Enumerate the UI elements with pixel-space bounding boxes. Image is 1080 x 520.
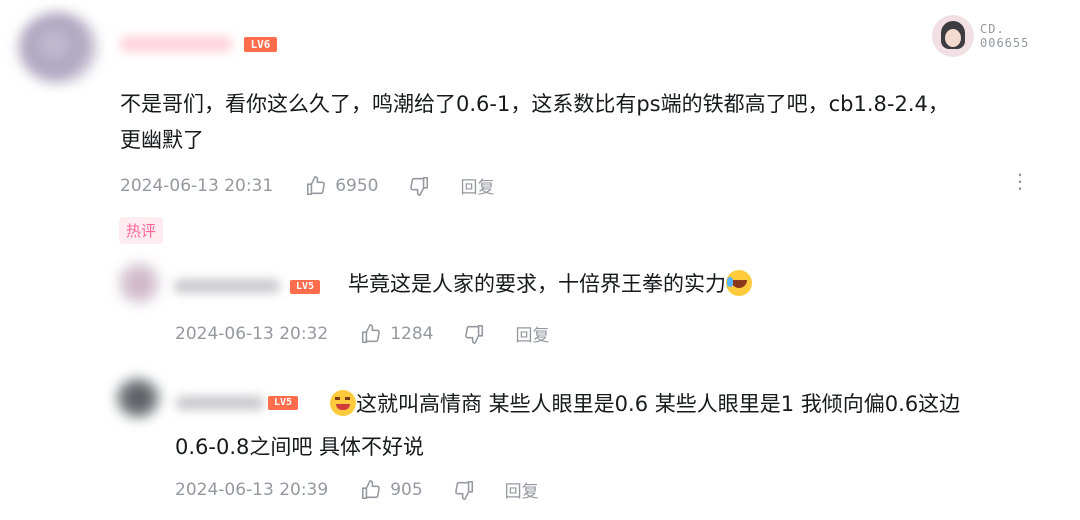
fan-medal-line2: 006655 <box>980 36 1030 50</box>
reply2-text-line1: 这就叫高情商 某些人眼里是0.6 某些人眼里是1 我倾向偏0.6这边 <box>330 386 960 422</box>
thumbs-down-icon <box>410 176 429 196</box>
comment-meta-row: 2024-06-13 20:31 6950 回复 <box>120 173 494 199</box>
reply2-username[interactable] <box>176 396 264 410</box>
reply1-like-button[interactable]: 1284 <box>360 323 433 345</box>
commenter-avatar[interactable] <box>18 12 98 84</box>
more-options-icon[interactable]: ⋮ <box>1010 168 1030 194</box>
reply1-username[interactable] <box>174 279 280 293</box>
thumbs-down-icon <box>454 480 473 500</box>
like-button[interactable]: 6950 <box>305 175 378 197</box>
hot-comment-tag: 热评 <box>119 217 164 244</box>
reply1-dislike-button[interactable] <box>463 323 485 345</box>
reply1-avatar[interactable] <box>118 262 160 304</box>
reply2-time: 2024-06-13 20:39 <box>175 479 329 500</box>
thumbs-up-icon <box>362 323 381 343</box>
reply1-text-line: 毕竟这是人家的要求，十倍界王拳的实力 <box>348 266 752 302</box>
reply1-like-count: 1284 <box>390 323 434 344</box>
reply2-reply-button[interactable]: 回复 <box>505 477 539 502</box>
reply1-meta-row: 2024-06-13 20:32 1284 回复 <box>175 321 549 347</box>
comment-text-line2: 更幽默了 <box>120 128 204 152</box>
comment-text-line1: 不是哥们，看你这么久了，鸣潮给了0.6-1，这系数比有ps端的铁都高了吧，cb1… <box>120 92 949 116</box>
smirk-emoji-icon <box>330 390 356 416</box>
thumbs-up-icon <box>362 479 381 499</box>
reply2-meta-row: 2024-06-13 20:39 905 回复 <box>175 477 539 503</box>
reply-button[interactable]: 回复 <box>460 173 494 198</box>
commenter-username[interactable] <box>120 36 232 52</box>
reply2-level-badge: LV5 <box>268 396 298 410</box>
reply2-like-button[interactable]: 905 <box>360 479 423 501</box>
reply2-like-count: 905 <box>390 479 423 500</box>
thumbs-up-icon <box>307 175 326 195</box>
level-badge: LV6 <box>244 37 277 52</box>
comment-time: 2024-06-13 20:31 <box>120 175 274 196</box>
dislike-button[interactable] <box>408 175 430 197</box>
fan-medal-avatar-icon <box>932 15 974 57</box>
reply1-text: 毕竟这是人家的要求，十倍界王拳的实力 <box>348 272 726 296</box>
reply2-text-line2: 0.6-0.8之间吧 具体不好说 <box>175 435 425 459</box>
reply1-level-badge: LV5 <box>290 280 320 294</box>
reply1-time: 2024-06-13 20:32 <box>175 323 329 344</box>
fan-medal-badge[interactable]: CD. 006655 <box>932 15 1029 57</box>
fan-medal-line1: CD. <box>980 22 1005 36</box>
reply2-avatar[interactable] <box>116 378 160 418</box>
reply2-dislike-button[interactable] <box>453 479 475 501</box>
thumbs-down-icon <box>465 324 484 344</box>
reply1-reply-button[interactable]: 回复 <box>515 321 549 346</box>
laughing-tears-emoji-icon <box>726 270 752 296</box>
like-count: 6950 <box>335 175 379 196</box>
reply2-text: 这就叫高情商 某些人眼里是0.6 某些人眼里是1 我倾向偏0.6这边 <box>356 392 961 416</box>
